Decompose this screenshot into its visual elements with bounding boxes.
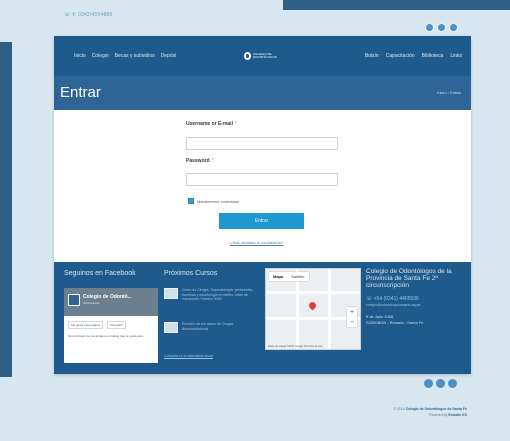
logo-text: COLEGIO DE ODONTÓLOGOS [252, 52, 277, 59]
course-title[interactable]: Curso de Cirugía: Traumatología, periodo… [182, 288, 258, 302]
facebook-share-button[interactable]: Compartir [106, 321, 126, 329]
contact-email[interactable]: colegio@odontologosrosario.org.ar [366, 302, 470, 308]
site-frame: Inicio Colegio Becas y subsidios Depósi … [54, 36, 471, 374]
title-band: Entrar Inicio › Entrar [54, 76, 471, 110]
password-label: Password * [186, 157, 214, 164]
copyright-org[interactable]: Colegio de Odontólogos de Santa Fe [406, 407, 467, 411]
course-thumbnail [164, 288, 178, 299]
facebook-like-button[interactable]: Me gusta esta página [68, 321, 103, 329]
courses-heading: Próximos Cursos [164, 270, 218, 277]
facebook-cover: Colegio de Odontó... Odontología [64, 288, 158, 316]
top-contact: ☏ ✆ 0342/4554889 [64, 12, 113, 18]
facebook-text: Sé el primero de tus amigos en indicar q… [68, 334, 144, 338]
map-type-tabs: Mapa Satélite [269, 272, 309, 281]
courses-calendar-link[interactable]: Consulta en el calendario anual [164, 354, 213, 358]
username-label: Username or E-mail * [186, 121, 237, 127]
location-map[interactable]: Mapa Satélite + − Datos de mapas ©2017 G… [265, 268, 361, 350]
contact-info: Colegio de Odontólogos de la Provincia d… [366, 268, 470, 326]
nav-item-capacitacion[interactable]: Capacitación [386, 53, 415, 59]
main-nav-right: Bolsín Capacitación Biblioteca Links [365, 53, 462, 59]
login-button[interactable]: Entrar [219, 213, 304, 229]
course-item[interactable]: Curso de Cirugía: Traumatología, periodo… [164, 288, 258, 302]
map-street [296, 269, 299, 349]
facebook-widget[interactable]: Colegio de Odontó... Odontología Me gust… [64, 288, 158, 363]
facebook-icon[interactable] [424, 379, 433, 388]
map-tab-map[interactable]: Mapa [269, 272, 287, 281]
contact-address-line: S2000BGN - Rosario - Santa Fe [366, 320, 424, 325]
course-thumbnail [164, 322, 178, 333]
nav-item-links[interactable]: Links [450, 53, 462, 59]
google-plus-icon[interactable] [448, 379, 457, 388]
twitter-icon[interactable] [437, 23, 446, 32]
main-nav-left: Inicio Colegio Becas y subsidios Depósi [74, 53, 176, 59]
login-form: Username or E-mail * Password * Mantenerme… [186, 121, 338, 245]
map-street [328, 269, 331, 349]
site-logo[interactable]: COLEGIO DE ODONTÓLOGOS [244, 50, 284, 62]
course-item[interactable]: Revisión de los casos de Cirugía Bucomax… [164, 322, 258, 333]
powered-by-link[interactable]: Estudio KS [448, 413, 467, 417]
background-left-bar [0, 42, 12, 377]
site-footer: Seguinos en Facebook Colegio de Odontó..… [54, 262, 471, 374]
map-attribution: Datos de mapas ©2017 Google Términos de … [268, 345, 323, 348]
facebook-page-name[interactable]: Colegio de Odontó... [83, 294, 132, 300]
map-tab-satellite[interactable]: Satélite [287, 272, 308, 281]
map-street [266, 291, 360, 294]
nav-item-biblioteca[interactable]: Biblioteca [422, 53, 444, 59]
nav-item-bolsin[interactable]: Bolsín [365, 53, 379, 59]
zoom-out-icon[interactable]: − [350, 319, 354, 326]
remember-me[interactable]: Mantenerme conectado [188, 198, 338, 204]
nav-item-colegio[interactable]: Colegio [92, 53, 109, 59]
remember-checkbox[interactable] [188, 198, 194, 204]
facebook-avatar [68, 294, 80, 306]
facebook-icon[interactable] [425, 23, 434, 32]
facebook-heading: Seguinos en Facebook [64, 270, 136, 277]
zoom-in-icon[interactable]: + [350, 309, 354, 316]
copyright: © 2016 Colegio de Odontólogos de Santa F… [393, 407, 467, 417]
course-title[interactable]: Revisión de los casos de Cirugía Bucomax… [182, 322, 258, 333]
breadcrumb[interactable]: Inicio › Entrar [437, 90, 461, 95]
password-input[interactable] [186, 173, 338, 186]
logo-icon [244, 52, 251, 60]
map-pin-icon[interactable] [307, 300, 318, 311]
social-links-bottom [424, 379, 457, 388]
site-header: Inicio Colegio Becas y subsidios Depósi … [54, 36, 471, 76]
facebook-actions: Me gusta esta página Compartir [64, 316, 158, 332]
contact-title: Colegio de Odontólogos de la Provincia d… [366, 268, 452, 289]
map-zoom-controls: + − [347, 307, 357, 327]
facebook-page-category: Odontología [83, 301, 100, 305]
forgot-password-link[interactable]: ¿Has olvidado tu contraseña? [230, 240, 338, 245]
google-plus-icon[interactable] [449, 23, 458, 32]
background-top-bar [283, 0, 510, 10]
twitter-icon[interactable] [436, 379, 445, 388]
nav-item-becas[interactable]: Becas y subsidios [115, 53, 155, 59]
remember-label: Mantenerme conectado [197, 198, 240, 204]
nav-item-deposito[interactable]: Depósi [161, 53, 177, 59]
username-input[interactable] [186, 136, 338, 150]
page-title: Entrar [60, 84, 101, 101]
nav-item-inicio[interactable]: Inicio [74, 53, 86, 59]
social-links-top [425, 23, 458, 32]
